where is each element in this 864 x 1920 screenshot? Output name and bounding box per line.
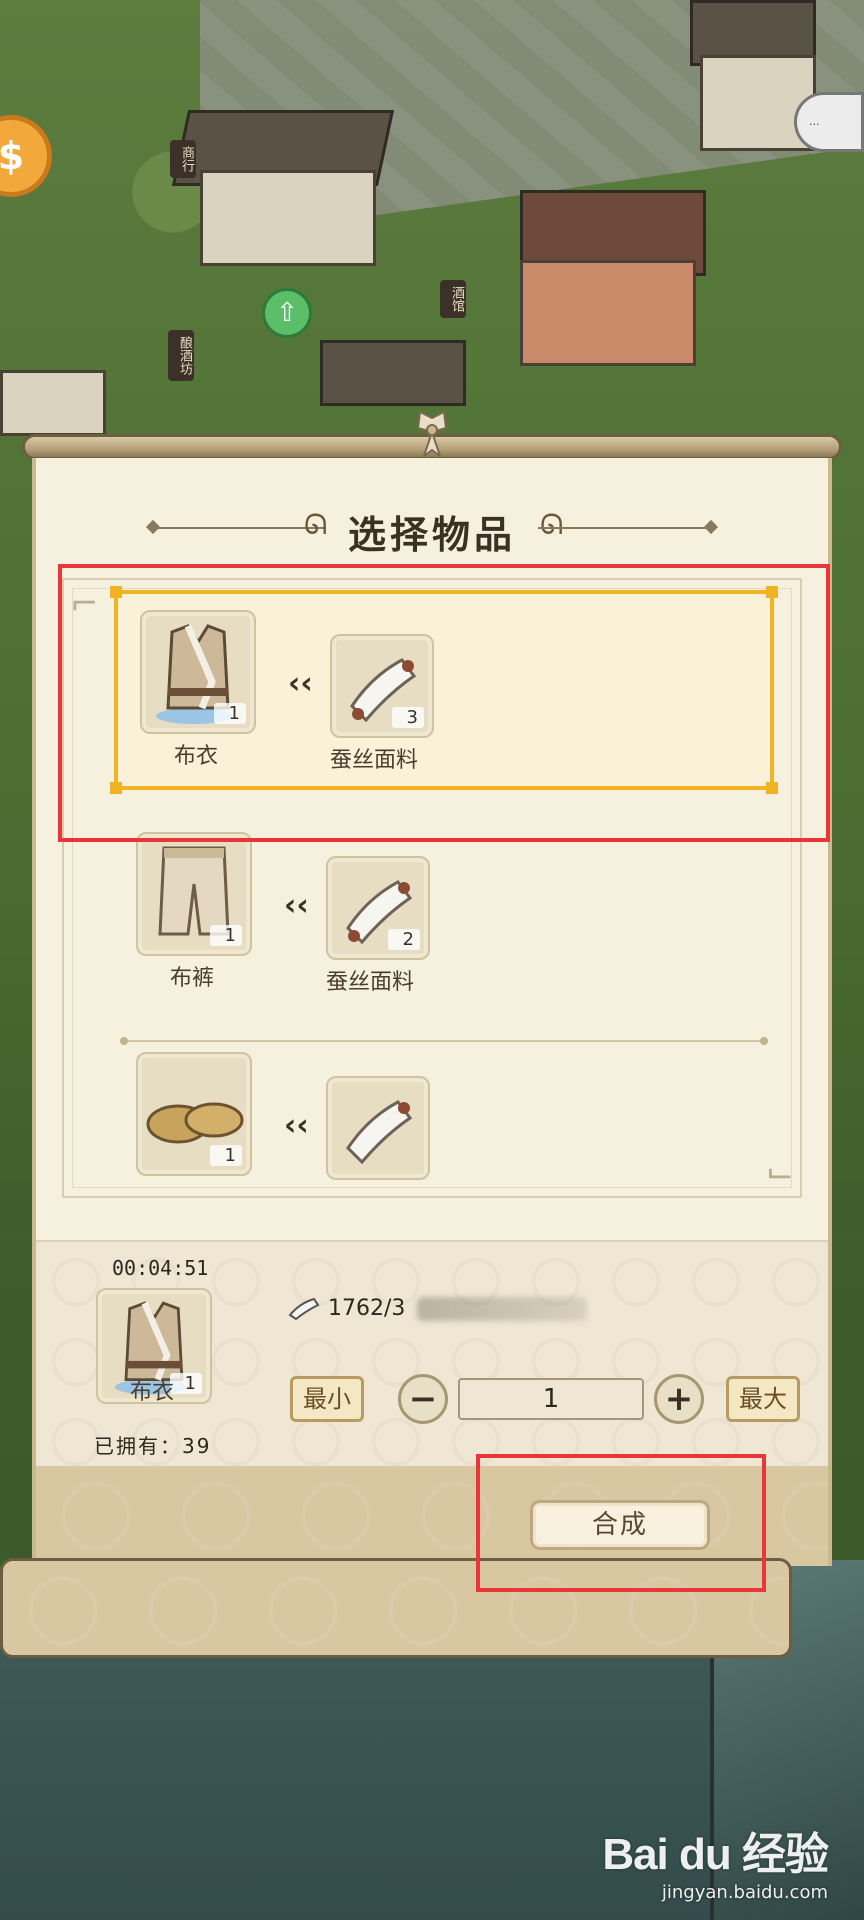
craft-detail: 00:04:51 1 布衣 已拥有：39 1762/3 最小 − 1 + 最大 [36, 1240, 828, 1468]
building-roof [320, 340, 466, 406]
scroll-bottom-rod [0, 1558, 792, 1658]
silk-cloth-icon [288, 1297, 320, 1320]
item-name: 蚕丝面料 [329, 748, 418, 773]
output-item[interactable]: 1 布裤 [136, 832, 260, 992]
recipe-row[interactable]: 1 布裤 ‹‹ 2 蚕丝面料 [114, 816, 774, 1016]
increase-button[interactable]: + [654, 1374, 704, 1424]
blurred-text [417, 1296, 588, 1321]
scroll-knot-icon [412, 410, 452, 460]
item-name: 布裤 [169, 966, 214, 991]
item-count: 3 [392, 707, 424, 728]
owned-count: 已拥有：39 [94, 1434, 212, 1458]
tavern-sign[interactable]: 酒馆 [440, 280, 466, 318]
dialog-header: ᘏ 选择物品 ᘏ [36, 498, 828, 558]
chevron-left-icon: ‹‹ [288, 666, 313, 701]
baidu-watermark: Bai du 经验 jingyan.baidu.com [602, 1818, 829, 1903]
recipe-row-selected[interactable]: 1 布衣 ‹‹ 3 蚕丝面料 [110, 586, 778, 794]
item-name: 蚕丝面料 [325, 970, 414, 995]
watermark-logo: Bai du 经验 [602, 1830, 829, 1879]
fret-ornament-icon: ⌐ [70, 584, 99, 624]
speech-bubble[interactable]: ··· [794, 92, 864, 152]
upgrade-arrow-icon[interactable]: ⇧ [262, 288, 312, 338]
item-count: 1 [210, 1145, 242, 1166]
min-quantity-button[interactable]: 最小 [290, 1376, 364, 1422]
select-item-dialog: ᘏ 选择物品 ᘏ ⌐ ⌙ 1 布衣 ‹‹ 3 蚕丝面料 1 布裤 ‹‹ 2 蚕丝… [32, 458, 832, 1566]
material-progress: 1762/3 [328, 1296, 406, 1321]
chevron-left-icon: ‹‹ [284, 1108, 309, 1143]
item-name: 布衣 [129, 1380, 174, 1405]
output-item[interactable]: 1 [136, 1052, 260, 1176]
cloud-ornament-icon: ᘏ [540, 508, 564, 541]
silk-cloth-icon [346, 1100, 413, 1165]
decrease-button[interactable]: − [398, 1374, 448, 1424]
quantity-field[interactable]: 1 [458, 1378, 644, 1420]
craft-timer: 00:04:51 [112, 1256, 209, 1280]
building [520, 260, 696, 366]
winery-sign[interactable]: 酿酒坊 [168, 330, 194, 381]
output-item[interactable]: 1 布衣 [140, 610, 264, 770]
compose-button[interactable]: 合成 [530, 1500, 710, 1550]
item-count: 2 [388, 929, 420, 950]
recipe-row[interactable]: 1 ‹‹ [114, 1036, 774, 1196]
selected-output-item: 1 布衣 [96, 1288, 220, 1406]
shop-sign[interactable]: 商行 [170, 140, 196, 178]
material-item[interactable] [326, 1076, 450, 1180]
item-count: 1 [210, 925, 242, 946]
dialog-footer: 合成 [36, 1466, 828, 1566]
material-item[interactable]: 3 蚕丝面料 [330, 634, 454, 774]
material-item[interactable]: 2 蚕丝面料 [326, 856, 450, 996]
item-name: 布衣 [173, 744, 218, 769]
recipe-list[interactable]: ⌐ ⌙ 1 布衣 ‹‹ 3 蚕丝面料 1 布裤 ‹‹ 2 蚕丝面料 1 ‹‹ [62, 578, 802, 1198]
building [0, 370, 106, 436]
max-quantity-button[interactable]: 最大 [726, 1376, 800, 1422]
material-requirement: 1762/3 [286, 1296, 588, 1321]
ornament-line [538, 527, 708, 529]
item-count: 1 [214, 703, 246, 724]
building [200, 170, 376, 266]
watermark-url: jingyan.baidu.com [661, 1882, 828, 1903]
chevron-left-icon: ‹‹ [284, 888, 309, 923]
